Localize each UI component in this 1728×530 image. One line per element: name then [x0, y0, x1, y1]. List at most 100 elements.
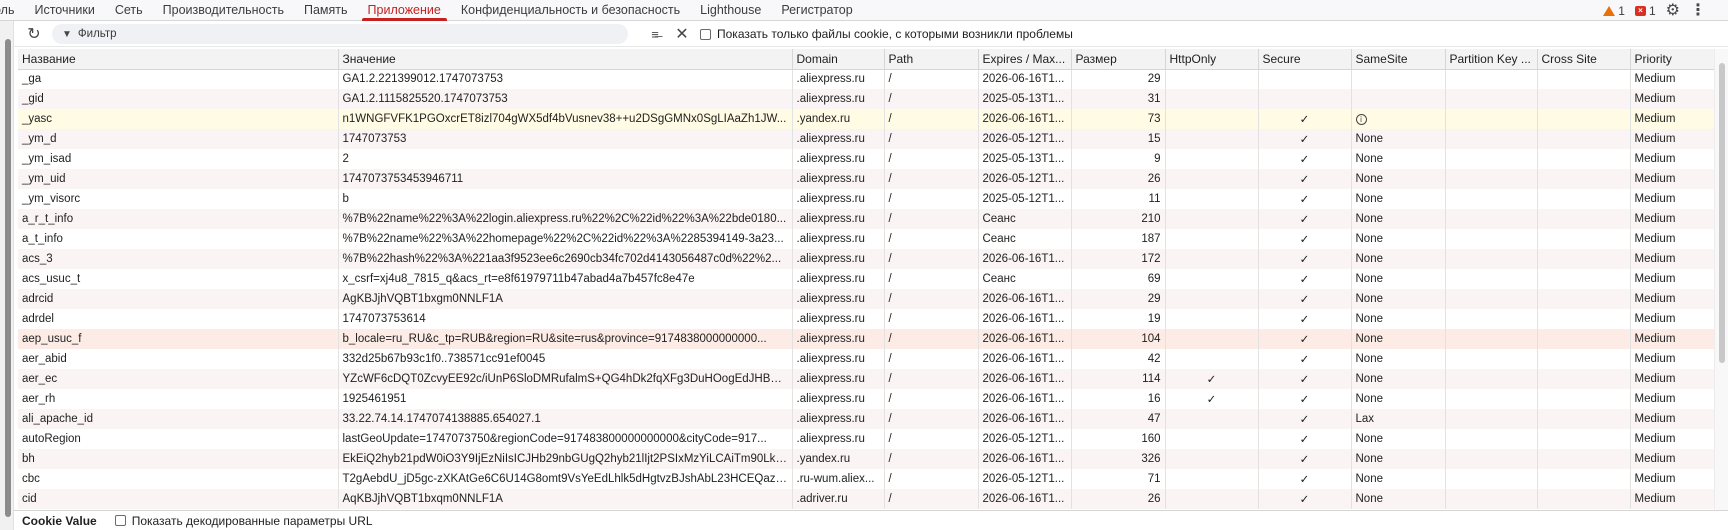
cell-httponly — [1165, 189, 1259, 209]
delete-selected-icon[interactable]: ✕ — [672, 24, 692, 44]
table-row[interactable]: _ym_uid 1747073753453946711 .aliexpress.ru… — [18, 169, 1714, 189]
table-row[interactable]: adrcid AgKBJjhVQBT1bxgm0NNLF1A .aliexpress… — [18, 289, 1714, 309]
table-scrollbar[interactable] — [1714, 49, 1728, 510]
table-row[interactable]: _ym_d 1747073753 .aliexpress.ru/2026-05-12… — [18, 129, 1714, 149]
table-scrollbar-thumb[interactable] — [1719, 63, 1725, 363]
cell-path: / — [884, 469, 979, 489]
column-header[interactable]: Secure — [1258, 49, 1352, 70]
column-header[interactable]: Expires / Max... — [978, 49, 1072, 70]
cell-expires: 2026-06-16T1... — [978, 389, 1072, 409]
cell-path: / — [884, 149, 979, 169]
filter-box[interactable]: ▼ — [52, 24, 628, 44]
tab-7[interactable]: Lighthouse — [690, 0, 771, 20]
cell-path: / — [884, 129, 979, 149]
cell-size: 187 — [1071, 229, 1166, 249]
cell-expires: 2026-06-16T1... — [978, 309, 1072, 329]
cell-partition — [1445, 469, 1538, 489]
table-row[interactable]: _yasc n1WNGFVFK1PGOxcrET8izl704gWX5df4bVu… — [18, 109, 1714, 129]
cell-size: 26 — [1071, 169, 1166, 189]
cell-name: acs_usuc_t — [18, 269, 339, 289]
cell-httponly: ✓ — [1165, 389, 1259, 409]
tab-1[interactable]: Источники — [24, 0, 104, 20]
info-icon[interactable]: i — [1355, 114, 1367, 125]
cell-secure: ✓ — [1258, 269, 1352, 289]
column-header[interactable]: Domain — [792, 49, 885, 70]
sidebar-scrollbar-thumb[interactable] — [5, 39, 11, 517]
table-row[interactable]: aer_abid 332d25b67b93c1f0..738571cc91ef00… — [18, 349, 1714, 369]
table-row[interactable]: ali_apache_id 33.22.74.14.1747074138885.6… — [18, 409, 1714, 429]
cell-size: 160 — [1071, 429, 1166, 449]
tab-3[interactable]: Производительность — [153, 0, 294, 20]
decode-url-toggle[interactable]: Показать декодированные параметры URL — [114, 514, 373, 528]
table-row[interactable]: a_r_t_info %7B%22name%22%3A%22login.aliex… — [18, 209, 1714, 229]
clear-all-icon[interactable]: ≡̶ — [644, 27, 666, 42]
table-row[interactable]: bh EkEiQ2hyb21pdW0iO3Y9IjEzNiIsICJHb29nbG… — [18, 449, 1714, 469]
kebab-icon[interactable]: ⋮ — [1690, 1, 1706, 21]
decode-url-checkbox[interactable] — [114, 515, 126, 526]
column-header[interactable]: Размер — [1071, 49, 1166, 70]
sidebar-scrollbar[interactable] — [0, 21, 14, 530]
cookies-table: Название Значение Domain Path Expires / Max.… — [18, 49, 1714, 509]
cell-size: 9 — [1071, 149, 1166, 169]
warnings-badge[interactable]: 1 — [1603, 4, 1625, 18]
cell-name: aer_abid — [18, 349, 339, 369]
cell-expires: 2026-06-16T1... — [978, 289, 1072, 309]
table-row[interactable]: aer_ec YZcWF6cDQT0ZcvyEE92c/iUnP6SloDMRuf… — [18, 369, 1714, 389]
table-row[interactable]: _ym_isad 2 .aliexpress.ru/2025-05-13T1... 9… — [18, 149, 1714, 169]
cell-priority: Medium — [1630, 89, 1714, 109]
cell-value: 1747073753453946711 — [338, 169, 793, 189]
cell-domain: .aliexpress.ru — [792, 129, 885, 149]
column-header[interactable]: Название — [18, 49, 339, 70]
table-row[interactable]: aer_rh 1925461951 .aliexpress.ru/2026-06-1… — [18, 389, 1714, 409]
cell-partition — [1445, 209, 1538, 229]
gear-icon[interactable]: ⚙ — [1666, 1, 1680, 21]
table-row[interactable]: acs_usuc_t x_csrf=xj4u8_7815_q&acs_rt=e8f… — [18, 269, 1714, 289]
tab-6[interactable]: Конфиденциальность и безопасность — [451, 0, 690, 20]
only-issues-checkbox[interactable] — [700, 28, 711, 40]
cell-crosssite — [1537, 149, 1631, 169]
table-row[interactable]: adrdel 1747073753614 .aliexpress.ru/2026-0… — [18, 309, 1714, 329]
table-row[interactable]: autoRegion lastGeoUpdate=1747073750&regio… — [18, 429, 1714, 449]
table-row[interactable]: acs_3 %7B%22hash%22%3A%221aa3f9523ee6c269… — [18, 249, 1714, 269]
refresh-icon[interactable]: ↻ — [20, 24, 48, 44]
cell-expires: Сеанс — [978, 229, 1072, 249]
only-issues-toggle[interactable]: Показать только файлы cookie, с которыми… — [700, 27, 1073, 41]
cell-crosssite — [1537, 289, 1631, 309]
cell-name: _ym_isad — [18, 149, 339, 169]
cell-path: / — [884, 409, 979, 429]
column-header[interactable]: SameSite — [1351, 49, 1446, 70]
cell-crosssite — [1537, 69, 1631, 89]
tab-0[interactable]: оль — [0, 0, 24, 20]
cell-domain: .aliexpress.ru — [792, 389, 885, 409]
cell-httponly — [1165, 209, 1259, 229]
table-row[interactable]: _ym_visorc b .aliexpress.ru/2025-05-12T1..… — [18, 189, 1714, 209]
tab-8[interactable]: Регистратор — [771, 0, 862, 20]
table-row[interactable]: _gid GA1.2.1115825520.1747073753 .aliexpre… — [18, 89, 1714, 109]
filter-input[interactable] — [77, 28, 598, 40]
column-header[interactable]: Значение — [338, 49, 793, 70]
tab-2[interactable]: Сеть — [105, 0, 153, 20]
cell-secure — [1258, 69, 1352, 89]
column-header[interactable]: Partition Key ... — [1445, 49, 1538, 70]
table-row[interactable]: aep_usuc_f b_locale=ru_RU&c_tp=RUB&region… — [18, 329, 1714, 349]
cell-name: ali_apache_id — [18, 409, 339, 429]
cell-secure: ✓ — [1258, 309, 1352, 329]
cell-httponly — [1165, 149, 1259, 169]
column-header[interactable]: Priority — [1630, 49, 1714, 70]
cell-priority: Medium — [1630, 489, 1714, 509]
cell-size: 114 — [1071, 369, 1166, 389]
table-row[interactable]: _ga GA1.2.221399012.1747073753 .aliexpress… — [18, 69, 1714, 89]
tab-4[interactable]: Память — [294, 0, 358, 20]
cell-domain: .aliexpress.ru — [792, 209, 885, 229]
cell-partition — [1445, 409, 1538, 429]
table-row[interactable]: cbc T2gAebdU_jD5gc-zXKAtGe6C6U14G8omt9VsY… — [18, 469, 1714, 489]
column-header[interactable]: Cross Site — [1537, 49, 1631, 70]
column-header[interactable]: HttpOnly — [1165, 49, 1259, 70]
cell-secure: ✓ — [1258, 129, 1352, 149]
tab-5[interactable]: Приложение — [358, 0, 451, 21]
column-header[interactable]: Path — [884, 49, 979, 70]
cell-priority: Medium — [1630, 409, 1714, 429]
errors-badge[interactable]: × 1 — [1634, 4, 1656, 18]
table-row[interactable]: cid AqKBJjhVQBT1bxqm0NNLF1A .adriver.ru/20… — [18, 489, 1714, 509]
table-row[interactable]: a_t_info %7B%22name%22%3A%22homepage%22%2… — [18, 229, 1714, 249]
